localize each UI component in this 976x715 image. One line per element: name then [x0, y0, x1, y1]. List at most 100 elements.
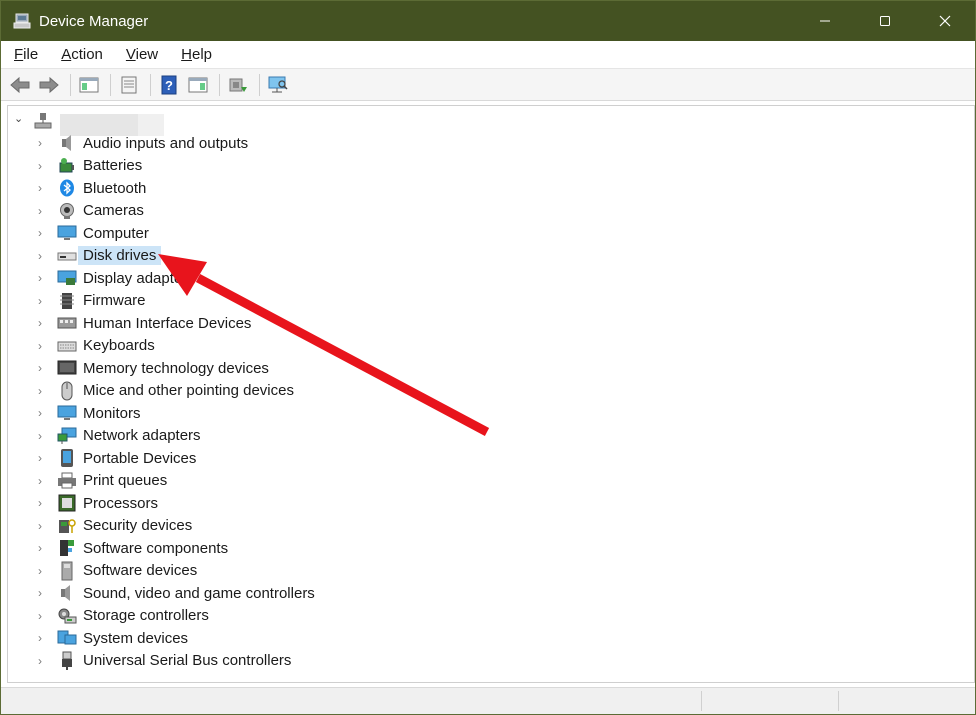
menu-help-accel: H: [181, 46, 192, 63]
window-title: Device Manager: [39, 12, 149, 30]
status-bar-divider: [701, 691, 702, 711]
show-hide-console-tree-icon: [79, 77, 99, 92]
menu-view-label: iew: [135, 46, 159, 63]
maximize-button[interactable]: [855, 1, 915, 41]
menu-action[interactable]: Action: [48, 46, 113, 63]
tree-item-system-devices[interactable]: › System devices: [8, 627, 968, 650]
chevron-right-icon[interactable]: ›: [38, 631, 48, 645]
chevron-right-icon[interactable]: ›: [38, 451, 48, 465]
chevron-right-icon[interactable]: ›: [38, 406, 48, 420]
chevron-right-icon[interactable]: ›: [38, 316, 48, 330]
tree-item-label: Disk drives: [78, 246, 162, 266]
tree-item-cameras[interactable]: › Cameras: [8, 200, 968, 223]
tree-item-sound-video-and-game-controllers[interactable]: › Sound, video and game controllers: [8, 582, 968, 605]
tree-item-label: System devices: [83, 629, 189, 647]
chevron-right-icon[interactable]: ›: [38, 159, 48, 173]
tree-item-storage-controllers[interactable]: › Storage controllers: [8, 605, 968, 628]
chevron-right-icon[interactable]: ›: [38, 654, 48, 668]
update-driver-button[interactable]: [225, 72, 251, 98]
memory-icon: [57, 358, 77, 378]
update-driver-icon: [229, 78, 247, 92]
bluetooth-icon: [57, 178, 77, 198]
chevron-right-icon[interactable]: ›: [38, 496, 48, 510]
chevron-right-icon[interactable]: ›: [38, 249, 48, 263]
tree-item-security-devices[interactable]: › Security devices: [8, 515, 968, 538]
tree-item-label: Audio inputs and outputs: [83, 134, 249, 152]
tree-item-label: Network adapters: [83, 427, 201, 445]
tree-item-label: Security devices: [83, 517, 193, 535]
back-button[interactable]: [7, 72, 33, 98]
tree-item-firmware[interactable]: › Firmware: [8, 290, 968, 313]
chevron-right-icon[interactable]: ›: [38, 541, 48, 555]
chevron-right-icon[interactable]: ›: [38, 136, 48, 150]
chevron-right-icon[interactable]: ›: [38, 271, 48, 285]
mouse-icon: [57, 381, 77, 401]
chevron-right-icon[interactable]: ›: [38, 474, 48, 488]
chevron-right-icon[interactable]: ›: [38, 361, 48, 375]
speaker-icon: [57, 133, 77, 153]
tree-item-label: Processors: [83, 494, 159, 512]
minimize-button[interactable]: [795, 1, 855, 41]
menu-help-label: elp: [191, 46, 213, 63]
chevron-right-icon[interactable]: ›: [38, 339, 48, 353]
battery-icon: [57, 156, 77, 176]
chevron-right-icon[interactable]: ›: [38, 226, 48, 240]
tree-item-computer[interactable]: › Computer: [8, 222, 968, 245]
device-tree[interactable]: ⌄ › Audio inputs and outputs › Batteries…: [7, 105, 975, 683]
tree-item-human-interface-devices[interactable]: › Human Interface Devices: [8, 312, 968, 335]
chevron-down-icon[interactable]: ⌄: [14, 112, 23, 125]
minimize-icon: [820, 20, 830, 22]
chevron-right-icon[interactable]: ›: [38, 564, 48, 578]
chevron-right-icon[interactable]: ›: [38, 384, 48, 398]
tree-item-memory-technology-devices[interactable]: › Memory technology devices: [8, 357, 968, 380]
menu-file-accel: F: [14, 46, 24, 63]
chevron-right-icon[interactable]: ›: [38, 609, 48, 623]
tree-root-node[interactable]: ⌄: [8, 110, 308, 136]
menu-file-label: ile: [23, 46, 39, 63]
toolbar-separator: [150, 73, 151, 96]
tree-item-software-components[interactable]: › Software components: [8, 537, 968, 560]
chevron-right-icon[interactable]: ›: [38, 181, 48, 195]
keyboard-icon: [57, 336, 77, 356]
tree-item-label: Portable Devices: [83, 449, 197, 467]
chevron-right-icon[interactable]: ›: [38, 294, 48, 308]
toolbar-separator: [259, 73, 260, 96]
device-manager-window: Device Manager File Action View Help ? ⌄…: [0, 0, 976, 715]
tree-item-software-devices[interactable]: › Software devices: [8, 560, 968, 583]
storage-controller-icon: [57, 606, 77, 626]
camera-icon: [57, 201, 77, 221]
chevron-right-icon[interactable]: ›: [38, 429, 48, 443]
scan-hardware-button[interactable]: [265, 72, 291, 98]
tree-item-keyboards[interactable]: › Keyboards: [8, 335, 968, 358]
help-button[interactable]: ?: [156, 72, 182, 98]
tree-item-print-queues[interactable]: › Print queues: [8, 470, 968, 493]
menu-view[interactable]: View: [113, 46, 168, 63]
tree-item-bluetooth[interactable]: › Bluetooth: [8, 177, 968, 200]
tree-item-processors[interactable]: › Processors: [8, 492, 968, 515]
show-hide-console-tree-button[interactable]: [76, 72, 102, 98]
forward-button[interactable]: [36, 72, 62, 98]
tree-item-portable-devices[interactable]: › Portable Devices: [8, 447, 968, 470]
chevron-right-icon[interactable]: ›: [38, 204, 48, 218]
help-icon: ?: [161, 75, 177, 94]
tree-item-display-adapters[interactable]: › Display adapte: [8, 267, 968, 290]
properties-button[interactable]: [116, 72, 142, 98]
tree-item-monitors[interactable]: › Monitors: [8, 402, 968, 425]
tree-item-disk-drives[interactable]: › Disk drives: [8, 245, 968, 268]
action-pane-button[interactable]: [185, 72, 211, 98]
tree-item-batteries[interactable]: › Batteries: [8, 155, 968, 178]
tree-item-mice-and-other-pointing-devices[interactable]: › Mice and other pointing devices: [8, 380, 968, 403]
tree-item-audio-inputs-and-outputs[interactable]: › Audio inputs and outputs: [8, 132, 968, 155]
tree-item-network-adapters[interactable]: › Network adapters: [8, 425, 968, 448]
sound-icon: [57, 583, 77, 603]
tree-item-label: Print queues: [83, 472, 168, 490]
chevron-right-icon[interactable]: ›: [38, 519, 48, 533]
close-button[interactable]: [915, 1, 975, 41]
tree-item-universal-serial-bus-controllers[interactable]: › Universal Serial Bus controllers: [8, 650, 968, 673]
menu-help[interactable]: Help: [168, 46, 222, 63]
menu-bar: File Action View Help: [1, 41, 975, 69]
menu-file[interactable]: File: [1, 46, 48, 63]
chevron-right-icon[interactable]: ›: [38, 586, 48, 600]
title-bar[interactable]: Device Manager: [1, 1, 975, 41]
tree-item-label: Universal Serial Bus controllers: [83, 652, 292, 670]
